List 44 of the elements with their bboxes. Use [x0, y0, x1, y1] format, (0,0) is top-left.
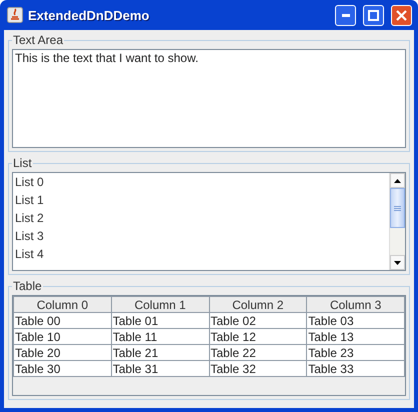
table-cell: Table 31	[111, 360, 209, 376]
section-title: List	[12, 156, 33, 170]
scroll-up-button[interactable]	[390, 173, 405, 188]
scrollbar[interactable]	[389, 173, 405, 270]
list-item[interactable]: List 0	[15, 173, 389, 191]
table-cell: Table 13	[306, 328, 404, 344]
up-arrow-icon	[394, 178, 401, 182]
table-cell: Table 22	[209, 344, 307, 360]
maximize-button[interactable]	[363, 4, 384, 26]
close-icon	[396, 10, 407, 20]
column-header[interactable]: Column 3	[306, 296, 404, 312]
column-header[interactable]: Column 1	[111, 296, 209, 312]
table-cell: Table 33	[306, 360, 404, 376]
table-cell: Table 23	[306, 344, 404, 360]
scroll-down-button[interactable]	[390, 255, 405, 270]
list-item[interactable]: List 3	[15, 227, 389, 245]
section-title: Table	[12, 279, 43, 293]
window-title: ExtendedDnDDemo	[28, 8, 150, 22]
table-cell: Table 20	[14, 344, 112, 360]
close-button[interactable]	[391, 4, 412, 26]
column-header[interactable]: Column 2	[209, 296, 307, 312]
table-cell: Table 32	[209, 360, 307, 376]
grip-icon	[394, 206, 401, 210]
table-cell: Table 02	[209, 312, 307, 328]
list-item[interactable]: List 1	[15, 191, 389, 209]
down-arrow-icon	[394, 260, 401, 264]
table-cell: Table 00	[14, 312, 112, 328]
minimize-icon	[342, 14, 350, 16]
table-cell: Table 10	[14, 328, 112, 344]
table-cell: Table 12	[209, 328, 307, 344]
text-area[interactable]: This is the text that I want to show.	[12, 49, 406, 148]
list-item[interactable]: List 4	[15, 245, 389, 263]
table-cell: Table 21	[111, 344, 209, 360]
minimize-button[interactable]	[335, 4, 356, 26]
section-title: Text Area	[12, 33, 64, 47]
table-cell: Table 01	[111, 312, 209, 328]
table-cell: Table 30	[14, 360, 112, 376]
column-header[interactable]: Column 0	[14, 296, 112, 312]
app-icon	[7, 7, 23, 23]
scroll-thumb[interactable]	[390, 188, 405, 228]
list-item[interactable]: List 2	[15, 209, 389, 227]
table-cell: Table 03	[306, 312, 404, 328]
maximize-icon	[368, 10, 379, 20]
table-cell: Table 11	[111, 328, 209, 344]
